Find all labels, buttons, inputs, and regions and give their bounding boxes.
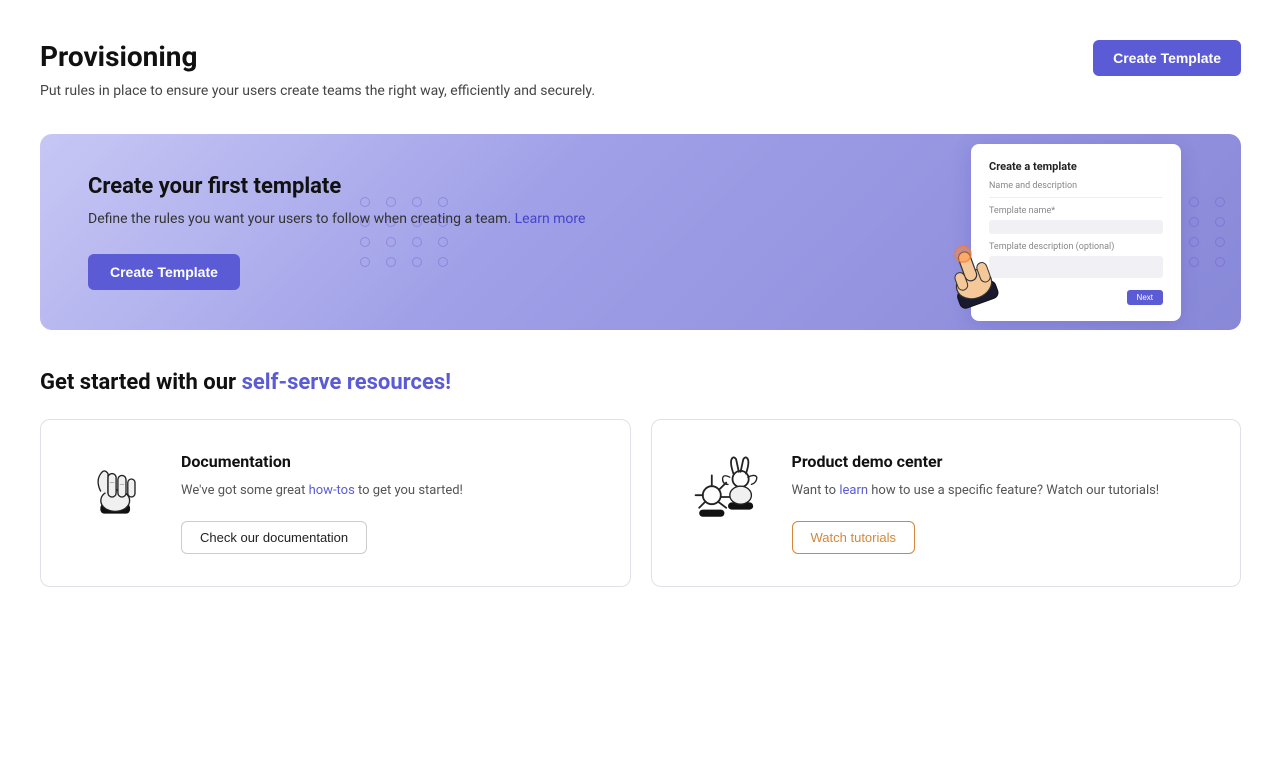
banner-description-text: Define the rules you want your users to … xyxy=(88,211,515,227)
create-template-header-button[interactable]: Create Template xyxy=(1093,40,1241,76)
header-left: Provisioning Put rules in place to ensur… xyxy=(40,40,595,102)
documentation-description-text: We've got some great how-tos to get you … xyxy=(181,483,463,498)
check-documentation-button[interactable]: Check our documentation xyxy=(181,521,367,554)
resources-heading: Get started with our self-serve resource… xyxy=(40,370,1241,395)
demo-center-description-text: Want to learn how to use a specific feat… xyxy=(792,483,1160,498)
demo-center-description: Want to learn how to use a specific feat… xyxy=(792,481,1205,501)
how-tos-link[interactable]: how-tos xyxy=(309,483,355,498)
resources-grid: Documentation We've got some great how-t… xyxy=(40,419,1241,587)
learn-more-link[interactable]: Learn more xyxy=(515,211,586,227)
learn-link[interactable]: learn xyxy=(839,483,868,498)
banner-content: Create your first template Define the ru… xyxy=(88,174,1193,290)
create-template-banner-button[interactable]: Create Template xyxy=(88,254,240,290)
banner-description: Define the rules you want your users to … xyxy=(88,209,1193,230)
demo-center-card: Product demo center Want to learn how to… xyxy=(651,419,1242,587)
mock-card-title: Create a template xyxy=(989,160,1163,173)
documentation-description: We've got some great how-tos to get you … xyxy=(181,481,594,501)
resources-heading-highlight: self-serve resources! xyxy=(242,370,452,395)
page-title: Provisioning xyxy=(40,40,595,73)
demo-center-title: Product demo center xyxy=(792,452,1205,471)
banner: Create your first template Define the ru… xyxy=(40,134,1241,330)
page-header: Provisioning Put rules in place to ensur… xyxy=(40,40,1241,102)
documentation-card: Documentation We've got some great how-t… xyxy=(40,419,631,587)
documentation-title: Documentation xyxy=(181,452,594,471)
documentation-info: Documentation We've got some great how-t… xyxy=(181,452,594,554)
documentation-icon xyxy=(77,452,157,524)
page-subtitle: Put rules in place to ensure your users … xyxy=(40,81,595,102)
watch-tutorials-button[interactable]: Watch tutorials xyxy=(792,521,916,554)
demo-center-icon xyxy=(688,452,768,524)
demo-center-info: Product demo center Want to learn how to… xyxy=(792,452,1205,554)
mock-card-next-button: Next xyxy=(1127,290,1163,305)
resources-heading-text: Get started with our xyxy=(40,370,242,395)
banner-title: Create your first template xyxy=(88,174,1193,199)
